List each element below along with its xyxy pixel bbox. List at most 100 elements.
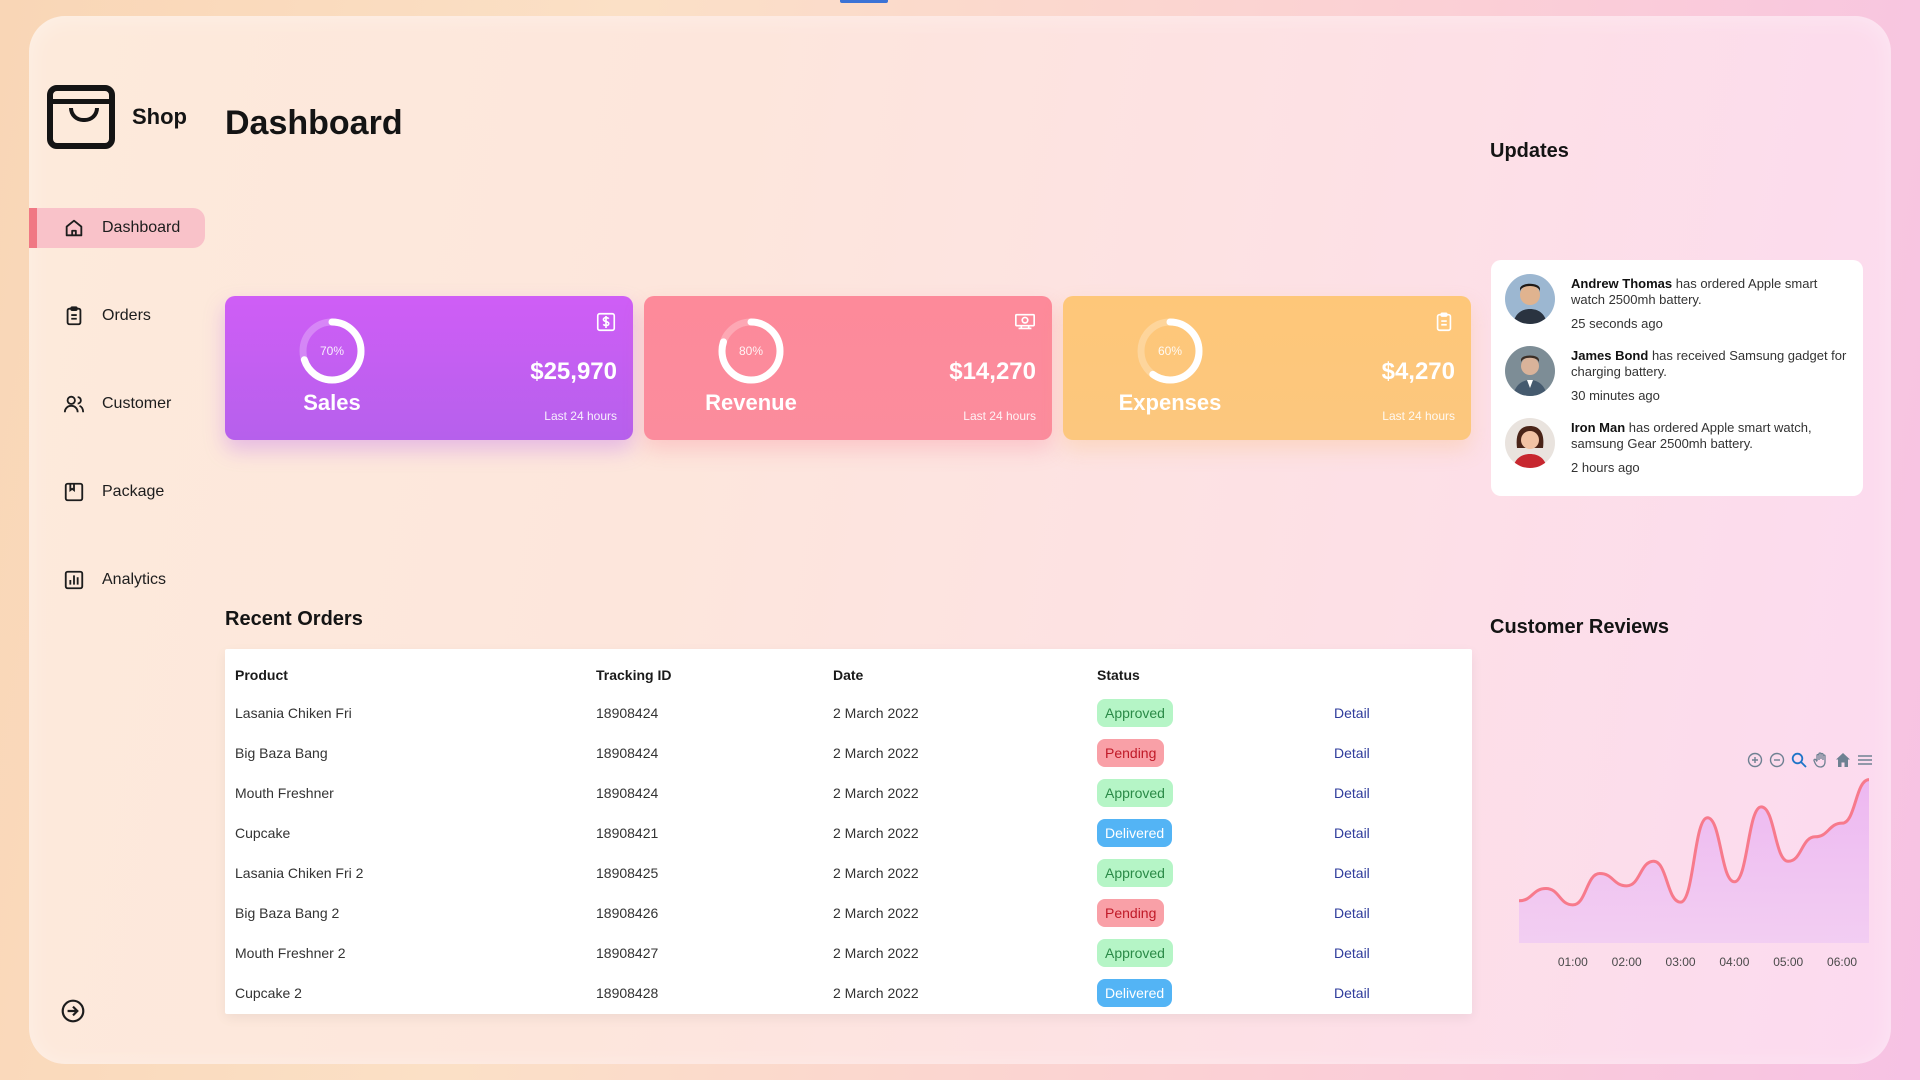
column-header[interactable]: Tracking ID: [596, 649, 833, 693]
table-row[interactable]: Big Baza Bang 2 18908426 2 March 2022 Pendi…: [225, 893, 1472, 933]
table-row[interactable]: Lasania Chiken Fri 18908424 2 March 2022 Ap…: [225, 693, 1472, 733]
update-item[interactable]: Iron Man has ordered Apple smart watch, …: [1505, 418, 1849, 476]
clipboard-icon: [1433, 311, 1455, 333]
card-value: $4,270: [1381, 358, 1455, 385]
logout-icon[interactable]: [60, 998, 86, 1024]
progress-percent: 70%: [319, 344, 345, 358]
browser-tab-indicator: [840, 0, 888, 3]
app-logo[interactable]: Shop: [47, 85, 187, 149]
detail-link[interactable]: Detail: [1334, 905, 1370, 921]
sidebar-item-dashboard[interactable]: Dashboard: [29, 208, 205, 248]
x-tick-label: 04:00: [1719, 955, 1749, 969]
detail-link[interactable]: Detail: [1334, 825, 1370, 841]
date-cell: 2 March 2022: [833, 985, 919, 1001]
action-cell: Detail: [1334, 813, 1472, 853]
date-cell: 2 March 2022: [833, 745, 919, 761]
tracking-id-cell: 18908428: [596, 985, 659, 1001]
detail-link[interactable]: Detail: [1334, 785, 1370, 801]
update-time: 2 hours ago: [1571, 460, 1640, 475]
date-cell: 2 March 2022: [833, 785, 919, 801]
date-cell: 2 March 2022: [833, 825, 919, 841]
dollar-icon: [595, 311, 617, 333]
status-cell: Delivered: [1097, 973, 1334, 1013]
update-item[interactable]: James Bond has received Samsung gadget f…: [1505, 346, 1849, 404]
sidebar-item-label: Orders: [102, 307, 151, 324]
update-time: 25 seconds ago: [1571, 316, 1663, 331]
tracking-id-cell: 18908424: [596, 745, 659, 761]
status-cell: Pending: [1097, 733, 1334, 773]
card-value: $14,270: [949, 358, 1036, 385]
sidebar-item-orders[interactable]: Orders: [29, 296, 205, 336]
action-cell: Detail: [1334, 973, 1472, 1013]
detail-link[interactable]: Detail: [1334, 705, 1370, 721]
detail-link[interactable]: Detail: [1334, 745, 1370, 761]
sidebar-nav: Dashboard Orders Customer Package Analyt…: [29, 208, 205, 648]
home-icon: [63, 217, 85, 239]
table-row[interactable]: Big Baza Bang 18908424 2 March 2022 Pending…: [225, 733, 1472, 773]
status-cell: Delivered: [1097, 813, 1334, 853]
stat-cards: 70% Sales $25,970 Last 24 hours 80% Reve…: [225, 296, 1471, 440]
action-cell: Detail: [1334, 733, 1472, 773]
table-row[interactable]: Cupcake 2 18908428 2 March 2022 Delivered De…: [225, 973, 1472, 1013]
card-title: Expenses: [1118, 390, 1222, 415]
users-icon: [63, 393, 85, 415]
money-icon: [1014, 311, 1036, 333]
sidebar-item-customer[interactable]: Customer: [29, 384, 205, 424]
column-header: [1334, 649, 1472, 693]
customer-reviews-title: Customer Reviews: [1490, 616, 1669, 638]
x-tick-label: 03:00: [1666, 955, 1696, 969]
status-cell: Approved: [1097, 773, 1334, 813]
product-cell: Mouth Freshner 2: [235, 945, 346, 961]
sidebar-item-package[interactable]: Package: [29, 472, 205, 512]
status-cell: Pending: [1097, 893, 1334, 933]
bar-chart-icon: [63, 569, 85, 591]
revenue-card[interactable]: 80% Revenue $14,270 Last 24 hours: [644, 296, 1052, 440]
sidebar-item-analytics[interactable]: Analytics: [29, 560, 205, 600]
tracking-id-cell: 18908424: [596, 705, 659, 721]
x-tick-label: 02:00: [1612, 955, 1642, 969]
app-window: Shop Dashboard Orders Customer Package A…: [29, 16, 1891, 1064]
status-cell: Approved: [1097, 693, 1334, 733]
card-value: $25,970: [530, 358, 617, 385]
sidebar-item-label: Analytics: [102, 571, 167, 588]
detail-link[interactable]: Detail: [1334, 865, 1370, 881]
table-row[interactable]: Lasania Chiken Fri 2 18908425 2 March 2022…: [225, 853, 1472, 893]
update-time: 30 minutes ago: [1571, 388, 1660, 403]
product-cell: Big Baza Bang: [235, 745, 328, 761]
tracking-id-cell: 18908427: [596, 945, 659, 961]
date-cell: 2 March 2022: [833, 865, 919, 881]
tracking-id-cell: 18908426: [596, 905, 659, 921]
column-header[interactable]: Product: [225, 649, 596, 693]
shopping-bag-icon: [47, 85, 115, 149]
date-cell: 2 March 2022: [833, 945, 919, 961]
avatar: [1505, 274, 1555, 324]
tracking-id-cell: 18908425: [596, 865, 659, 881]
table-row[interactable]: Mouth Freshner 2 18908427 2 March 2022 Appr…: [225, 933, 1472, 973]
product-cell: Lasania Chiken Fri: [235, 705, 352, 721]
column-header[interactable]: Date: [833, 649, 1097, 693]
progress-percent: 80%: [738, 344, 764, 358]
table-row[interactable]: Mouth Freshner 18908424 2 March 2022 Approv…: [225, 773, 1472, 813]
sidebar-item-label: Package: [102, 483, 165, 500]
card-subtitle: Last 24 hours: [963, 409, 1036, 423]
avatar: [1505, 346, 1555, 396]
updates-card: Andrew Thomas has ordered Apple smart wa…: [1491, 260, 1863, 496]
sales-card[interactable]: 70% Sales $25,970 Last 24 hours: [225, 296, 633, 440]
avatar: [1505, 418, 1555, 468]
detail-link[interactable]: Detail: [1334, 945, 1370, 961]
product-cell: Big Baza Bang 2: [235, 905, 340, 921]
reviews-chart: 01:00 02:00 03:00 04:00 05:00 06:00: [1519, 778, 1870, 969]
package-icon: [63, 481, 85, 503]
update-item[interactable]: Andrew Thomas has ordered Apple smart wa…: [1505, 274, 1849, 332]
table-row[interactable]: Cupcake 18908421 2 March 2022 Delivered Deta…: [225, 813, 1472, 853]
sidebar-item-label: Dashboard: [102, 219, 181, 236]
card-subtitle: Last 24 hours: [1382, 409, 1455, 423]
status-cell: Approved: [1097, 933, 1334, 973]
action-cell: Detail: [1334, 693, 1472, 733]
detail-link[interactable]: Detail: [1334, 985, 1370, 1001]
expenses-card[interactable]: 60% Expenses $4,270 Last 24 hours: [1063, 296, 1471, 440]
action-cell: Detail: [1334, 773, 1472, 813]
status-badge: Approved: [1097, 779, 1173, 807]
page-title: Dashboard: [225, 104, 403, 142]
column-header[interactable]: Status: [1097, 649, 1334, 693]
